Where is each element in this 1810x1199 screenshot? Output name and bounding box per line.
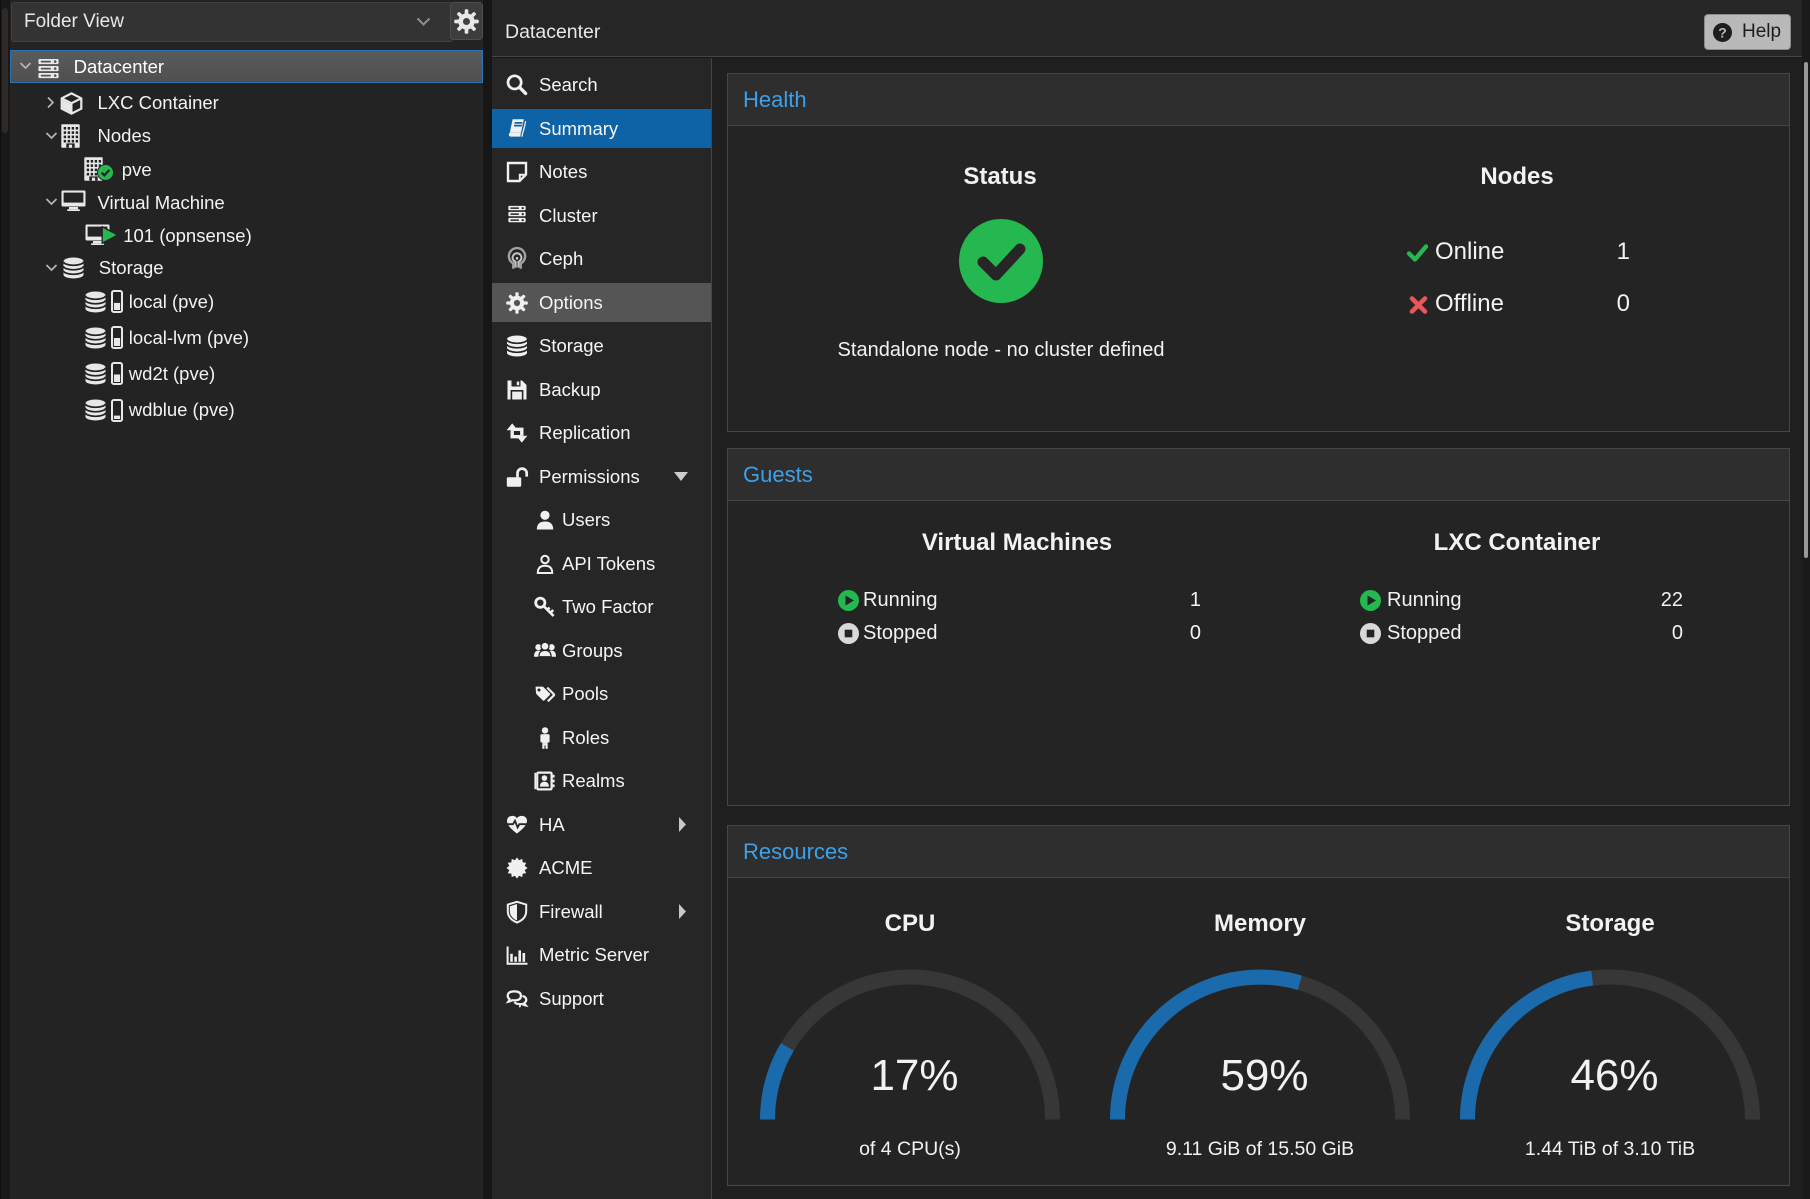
svg-text:?: ? bbox=[1718, 25, 1727, 41]
